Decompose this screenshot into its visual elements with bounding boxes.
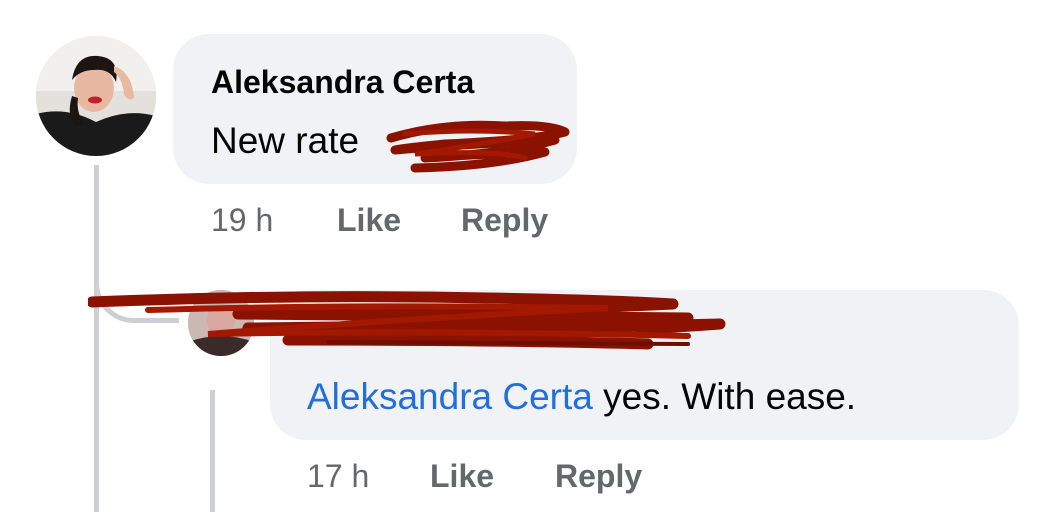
comment-timestamp[interactable]: 19 h	[211, 202, 273, 239]
reply-text: Aleksandra Certa yes. With ease.	[307, 376, 856, 418]
comment-text: New rate	[211, 120, 360, 161]
comment-author[interactable]: Aleksandra Certa	[211, 64, 474, 101]
profile-photo-icon	[188, 290, 254, 356]
avatar[interactable]	[36, 36, 156, 156]
reply-text-body: yes. With ease.	[592, 376, 857, 417]
comment-bubble: Aleksandra Certa New rate	[173, 34, 577, 184]
reply-avatar[interactable]	[188, 290, 254, 356]
reply-timestamp[interactable]: 17 h	[307, 458, 369, 495]
profile-photo-icon	[36, 36, 156, 156]
reply-bubble: Aleksandra Certa yes. With ease.	[270, 290, 1019, 440]
comment-like-button[interactable]: Like	[337, 202, 401, 239]
reply-like-button[interactable]: Like	[430, 458, 494, 495]
comment-reply-button[interactable]: Reply	[461, 202, 548, 239]
thread-line-reply	[210, 390, 215, 512]
thread-line-main	[94, 165, 99, 512]
reply-reply-button[interactable]: Reply	[555, 458, 642, 495]
thread-line-branch	[94, 268, 179, 323]
reply-mention-link[interactable]: Aleksandra Certa	[307, 376, 593, 417]
